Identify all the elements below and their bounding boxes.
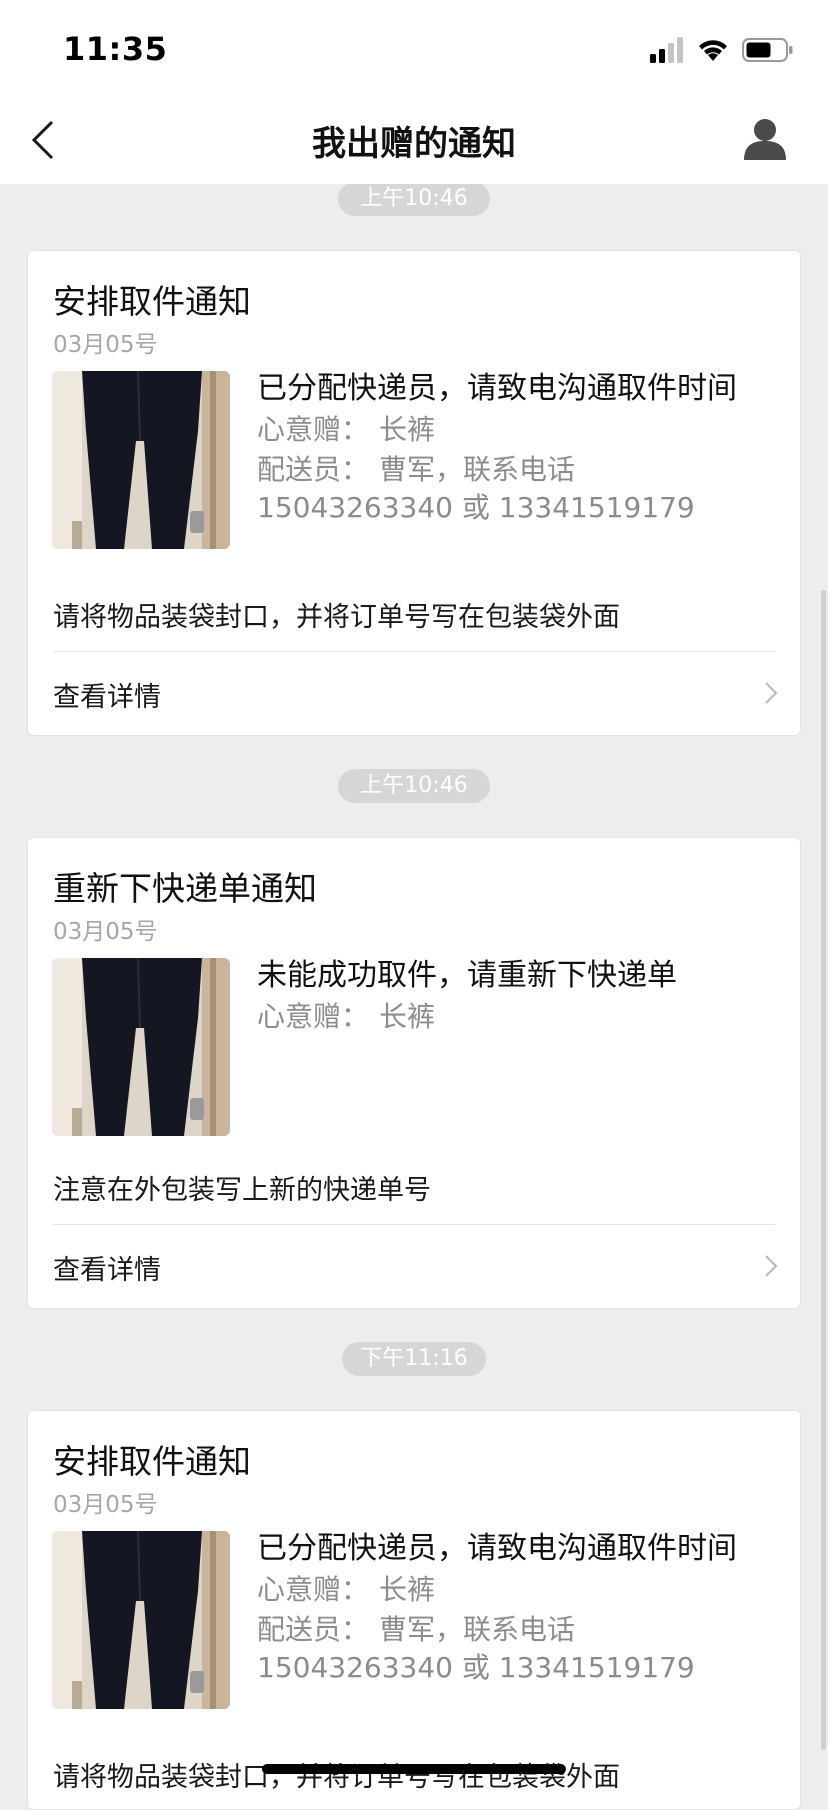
courier-phones[interactable]: 15043263340 或 13341519179 [257,1649,777,1687]
notification-headline: 已分配快递员，请致电沟通取件时间 [257,1531,737,1566]
status-icons [650,36,794,64]
gift-item-value: 长裤 [379,413,436,446]
timestamp-pill: 下午11:16 [342,1342,486,1376]
chevron-right-icon [765,682,778,704]
notification-date: 03月05号 [53,919,158,945]
view-details-label: 查看详情 [53,1255,161,1286]
chevron-right-icon [765,1255,778,1277]
courier-value: 曹军，联系电话 [379,1613,576,1646]
notification-card: 安排取件通知 03月05号 已分配快递员，请致电沟通取件时间 心意赠： 长裤 配送… [27,250,801,736]
gift-item-line: 心意赠： 长裤 [257,998,777,1036]
timestamp-text: 上午10:46 [360,773,468,798]
courier-line: 配送员： 曹军，联系电话 [257,1611,777,1649]
gift-item-label: 心意赠： [257,1000,370,1033]
pants-image [52,958,230,1136]
view-details-row[interactable]: 查看详情 [28,1224,800,1310]
gift-item-value: 长裤 [379,1573,436,1606]
notification-title: 安排取件通知 [53,1442,251,1481]
gift-item-label: 心意赠： [257,413,370,446]
home-indicator[interactable] [262,1764,566,1774]
courier-label: 配送员： [257,1613,370,1646]
page-title: 我出赠的通知 [312,124,516,164]
courier-phones[interactable]: 15043263340 或 13341519179 [257,489,777,527]
timestamp-text: 下午11:16 [360,1346,468,1371]
courier-label: 配送员： [257,453,370,486]
notification-headline: 未能成功取件，请重新下快递单 [257,958,677,993]
item-thumbnail[interactable] [52,371,230,549]
view-details-row[interactable]: 查看详情 [28,651,800,737]
person-icon[interactable] [742,116,788,162]
item-thumbnail[interactable] [52,958,230,1136]
notification-card: 安排取件通知 03月05号 已分配快递员，请致电沟通取件时间 心意赠： 长裤 配送… [27,1410,801,1810]
gift-item-value: 长裤 [379,1000,436,1033]
notification-date: 03月05号 [53,1492,158,1518]
notification-card: 重新下快递单通知 03月05号 未能成功取件，请重新下快递单 心意赠： 长裤 注意… [27,837,801,1309]
notification-body: 已分配快递员，请致电沟通取件时间 心意赠： 长裤 配送员： 曹军，联系电话 1504… [257,369,777,527]
navigation-bar: 我出赠的通知 [0,96,828,184]
timestamp-text: 上午10:46 [360,186,468,211]
wifi-icon [699,40,727,61]
pants-image [52,371,230,549]
notification-headline: 已分配快递员，请致电沟通取件时间 [257,371,737,406]
notification-body: 已分配快递员，请致电沟通取件时间 心意赠： 长裤 配送员： 曹军，联系电话 1504… [257,1529,777,1687]
battery-icon [742,38,793,62]
notification-title: 重新下快递单通知 [53,869,317,908]
view-details-label: 查看详情 [53,682,161,713]
scrollbar[interactable] [821,590,826,1750]
gift-item-label: 心意赠： [257,1573,370,1606]
item-thumbnail[interactable] [52,1531,230,1709]
timestamp-pill: 上午10:46 [338,769,490,803]
gift-item-line: 心意赠： 长裤 [257,411,777,449]
status-bar: 11:35 [0,0,828,96]
courier-line: 配送员： 曹军，联系电话 [257,451,777,489]
signal-icon [650,37,683,63]
timestamp-pill: 上午10:46 [338,182,490,216]
pants-image [52,1531,230,1709]
notification-body: 未能成功取件，请重新下快递单 心意赠： 长裤 [257,956,777,1036]
status-time: 11:35 [63,30,168,68]
notification-title: 安排取件通知 [53,282,251,321]
notification-date: 03月05号 [53,332,158,358]
notification-note: 请将物品装袋封口，并将订单号写在包装袋外面 [53,602,620,633]
notification-note: 注意在外包装写上新的快递单号 [53,1175,431,1206]
courier-value: 曹军，联系电话 [379,453,576,486]
gift-item-line: 心意赠： 长裤 [257,1571,777,1609]
notification-note: 请将物品装袋封口，并将订单号写在包装袋外面 [53,1762,620,1793]
